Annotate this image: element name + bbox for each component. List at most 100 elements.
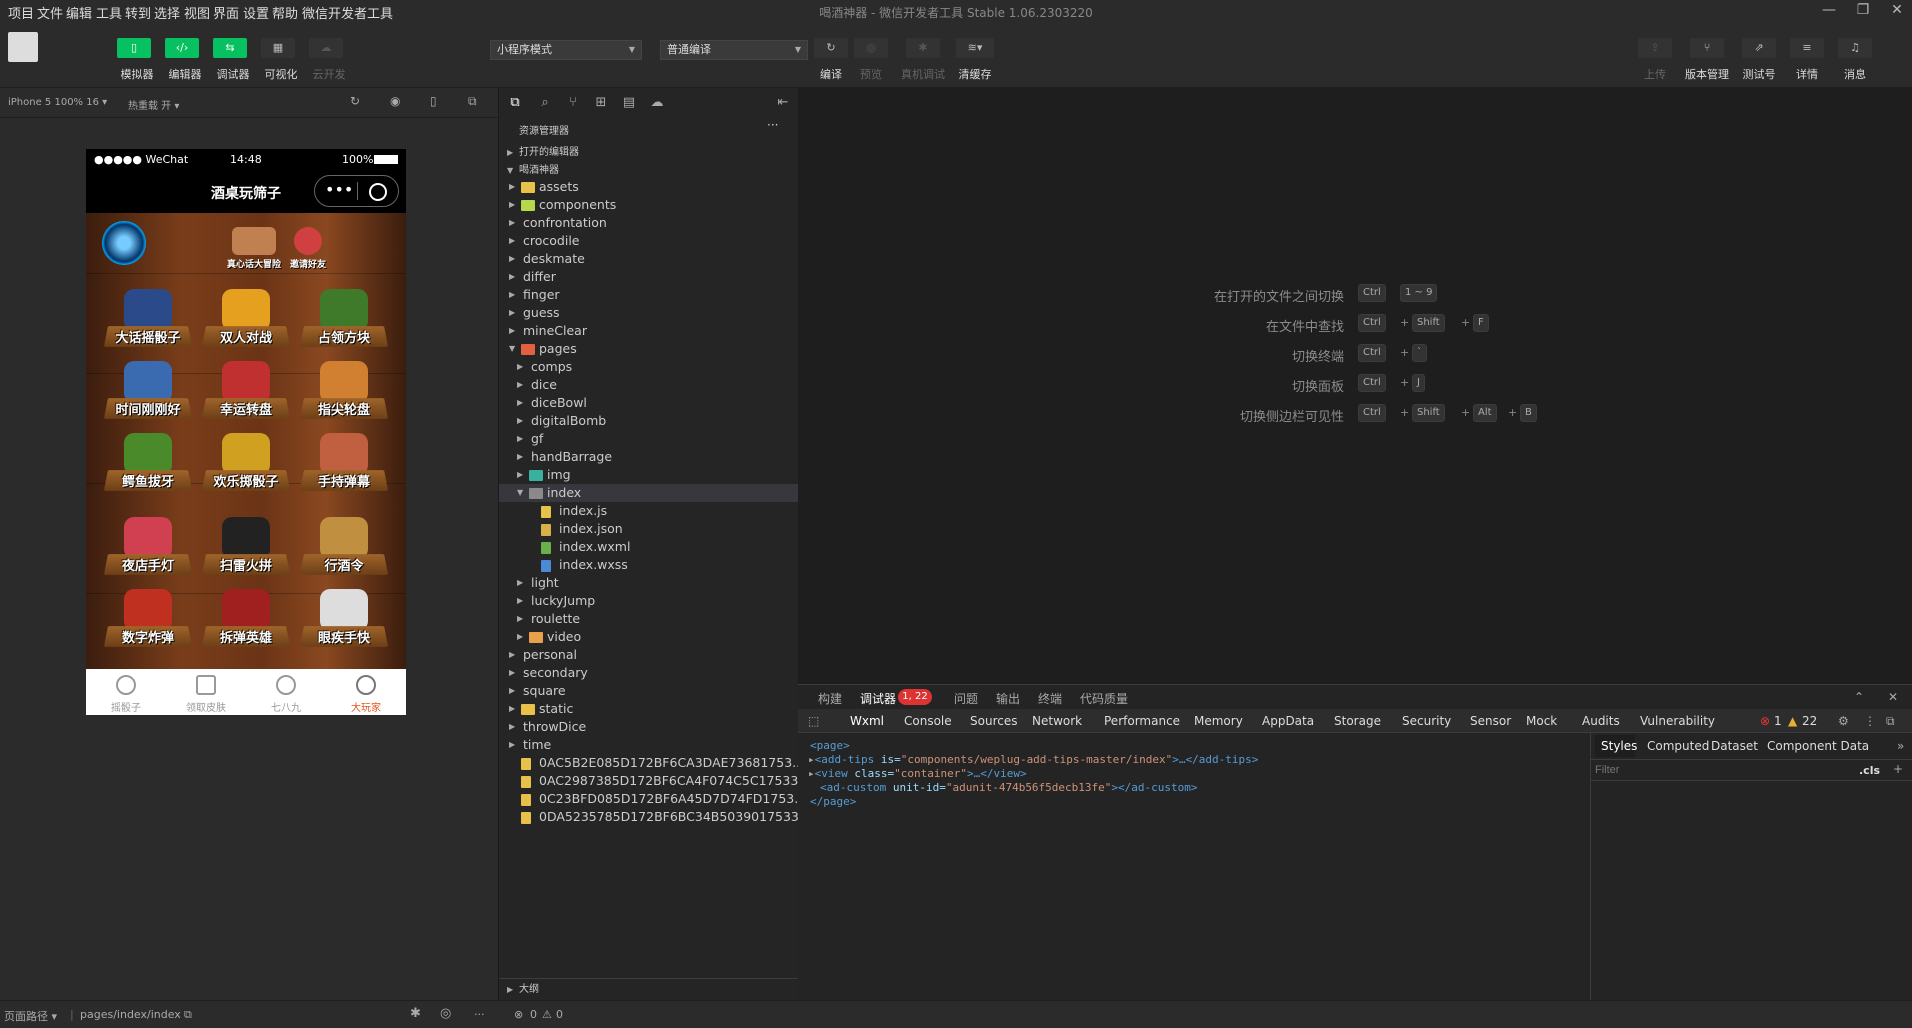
folder-item[interactable]: ▶ deskmate bbox=[499, 250, 799, 268]
game-tile[interactable]: 幸运转盘 bbox=[198, 355, 294, 425]
folder-item[interactable]: ▶ components bbox=[499, 196, 799, 214]
error-count[interactable]: 1 bbox=[1774, 714, 1782, 728]
folder-item[interactable]: ▶ personal bbox=[499, 646, 799, 664]
folder-item[interactable]: ▶ diceBowl bbox=[499, 394, 799, 412]
game-tile[interactable]: 夜店手灯 bbox=[100, 511, 196, 581]
tab-code-quality[interactable]: 代码质量 bbox=[1080, 690, 1128, 707]
chevron-right-icon[interactable]: ▸ bbox=[808, 767, 815, 780]
folder-item[interactable]: ▶ finger bbox=[499, 286, 799, 304]
add-icon[interactable]: + bbox=[1893, 762, 1903, 776]
wxml-node[interactable]: <ad-custom unit-id="adunit-474b56f5decb1… bbox=[820, 781, 1198, 794]
folder-item[interactable]: ▶ crocodile bbox=[499, 232, 799, 250]
cls-button[interactable]: .cls bbox=[1859, 764, 1880, 777]
status-warning-count[interactable]: 0 bbox=[556, 1008, 563, 1021]
search-icon[interactable]: ⌕ bbox=[537, 95, 553, 111]
folder-item[interactable]: ▶ secondary bbox=[499, 664, 799, 682]
capsule-menu[interactable]: ••• bbox=[314, 175, 399, 207]
truth-dare-link[interactable]: 真心话大冒险 bbox=[218, 257, 290, 270]
simulator-icon[interactable]: ▯ bbox=[117, 38, 151, 58]
hot-reload-toggle[interactable]: 热重载 开 ▾ bbox=[128, 97, 179, 112]
eye-icon[interactable]: ◎ bbox=[440, 1006, 451, 1021]
truth-dare-icon[interactable] bbox=[232, 227, 276, 255]
cloud-icon[interactable]: ☁ bbox=[649, 95, 665, 111]
tab-storage[interactable]: Storage bbox=[1334, 714, 1381, 728]
game-tile[interactable]: 扫雷火拼 bbox=[198, 511, 294, 581]
folder-item[interactable]: ▼ index bbox=[499, 484, 799, 502]
collapse-panel-icon[interactable]: ⇤ bbox=[775, 95, 791, 111]
file-item[interactable]: 0DA5235785D172BF6BC34B5039017533.js bbox=[499, 808, 799, 826]
visual-icon[interactable]: ▦ bbox=[261, 38, 295, 58]
tab-789[interactable]: 七八九 bbox=[246, 669, 326, 715]
maximize-icon[interactable]: ❐ bbox=[1848, 2, 1878, 20]
record-icon[interactable]: ◉ bbox=[390, 94, 400, 108]
more-icon[interactable]: ••• bbox=[325, 180, 353, 199]
folder-item[interactable]: ▶ time bbox=[499, 736, 799, 754]
invite-icon[interactable] bbox=[294, 227, 322, 255]
inspect-icon[interactable]: ⬚ bbox=[808, 714, 819, 728]
game-tile[interactable]: 指尖轮盘 bbox=[296, 355, 392, 425]
debugger-icon[interactable]: ⇆ bbox=[213, 38, 247, 58]
eye-icon[interactable]: ◎ bbox=[854, 38, 888, 58]
chevron-right-icon[interactable]: ▸ bbox=[808, 753, 815, 766]
tab-computed[interactable]: Computed bbox=[1647, 739, 1709, 753]
more-icon[interactable]: ··· bbox=[767, 118, 778, 132]
file-item[interactable]: index.js bbox=[499, 502, 799, 520]
folder-item[interactable]: ▶ digitalBomb bbox=[499, 412, 799, 430]
tab-player[interactable]: 大玩家 bbox=[326, 669, 406, 715]
tab-dice[interactable]: 摇骰子 bbox=[86, 669, 166, 715]
game-tile[interactable]: 眼疾手快 bbox=[296, 583, 392, 653]
tab-skin[interactable]: 领取皮肤 bbox=[166, 669, 246, 715]
folder-item[interactable]: ▶ mineClear bbox=[499, 322, 799, 340]
tab-console[interactable]: Console bbox=[904, 714, 952, 728]
files-icon[interactable]: ⧉ bbox=[507, 95, 523, 111]
game-tile[interactable]: 欢乐掷骰子 bbox=[198, 427, 294, 497]
tab-debugger[interactable]: 调试器 bbox=[860, 690, 896, 707]
gear-icon[interactable]: ⚙ bbox=[1838, 714, 1849, 728]
folder-item[interactable]: ▶ throwDice bbox=[499, 718, 799, 736]
visual-button[interactable]: 可视化 bbox=[257, 66, 305, 82]
tab-problems[interactable]: 问题 bbox=[954, 690, 978, 707]
game-tile[interactable]: 行酒令 bbox=[296, 511, 392, 581]
simulator-button[interactable]: 模拟器 bbox=[113, 66, 161, 82]
dock-icon[interactable]: ⧉ bbox=[1886, 714, 1895, 729]
minimize-icon[interactable]: — bbox=[1814, 2, 1844, 20]
close-icon[interactable]: ✕ bbox=[1882, 2, 1912, 20]
folder-item[interactable]: ▶ light bbox=[499, 574, 799, 592]
rotate-icon[interactable]: ↻ bbox=[350, 94, 360, 108]
tab-component-data[interactable]: Component Data bbox=[1767, 739, 1869, 753]
outline-section[interactable]: ▶ 大纲 bbox=[499, 978, 799, 1000]
folder-item[interactable]: ▶ gf bbox=[499, 430, 799, 448]
warning-count[interactable]: 22 bbox=[1802, 714, 1817, 728]
tab-styles[interactable]: Styles bbox=[1601, 739, 1637, 753]
wxml-node[interactable]: ▸<add-tips is="components/weplug-add-tip… bbox=[808, 753, 1258, 766]
editor-icon[interactable]: ‹/› bbox=[165, 38, 199, 58]
bug-icon[interactable]: ✱ bbox=[410, 1006, 421, 1021]
filter-input[interactable] bbox=[1595, 762, 1795, 778]
exit-icon[interactable] bbox=[369, 183, 387, 201]
file-item[interactable]: 0C23BFD085D172BF6A45D7D74FD1753... bbox=[499, 790, 799, 808]
tab-appdata[interactable]: AppData bbox=[1262, 714, 1314, 728]
avatar[interactable] bbox=[8, 32, 38, 62]
tab-network[interactable]: Network bbox=[1032, 714, 1082, 728]
game-tile[interactable]: 手持弹幕 bbox=[296, 427, 392, 497]
tab-security[interactable]: Security bbox=[1402, 714, 1451, 728]
folder-item[interactable]: ▶ square bbox=[499, 682, 799, 700]
folder-item[interactable]: ▶ luckyJump bbox=[499, 592, 799, 610]
tab-dataset[interactable]: Dataset bbox=[1711, 739, 1758, 753]
tab-mock[interactable]: Mock bbox=[1526, 714, 1557, 728]
folder-item[interactable]: ▶ differ bbox=[499, 268, 799, 286]
upload-button[interactable]: 上传 bbox=[1631, 66, 1679, 82]
status-error-count[interactable]: 0 bbox=[530, 1008, 537, 1021]
file-item[interactable]: index.wxss bbox=[499, 556, 799, 574]
folder-item[interactable]: ▼ pages bbox=[499, 340, 799, 358]
tab-performance[interactable]: Performance bbox=[1104, 714, 1180, 728]
close-panel-icon[interactable]: ✕ bbox=[1888, 690, 1898, 704]
wxml-node[interactable]: <page> bbox=[810, 739, 850, 752]
game-tile[interactable]: 大话摇骰子 bbox=[100, 283, 196, 353]
wxml-node[interactable]: </page> bbox=[810, 795, 856, 808]
details-button[interactable]: 详情 bbox=[1783, 66, 1831, 82]
messages-button[interactable]: 消息 bbox=[1831, 66, 1879, 82]
version-button[interactable]: 版本管理 bbox=[1683, 66, 1731, 82]
tab-sources[interactable]: Sources bbox=[970, 714, 1017, 728]
headset-icon[interactable] bbox=[102, 221, 146, 265]
